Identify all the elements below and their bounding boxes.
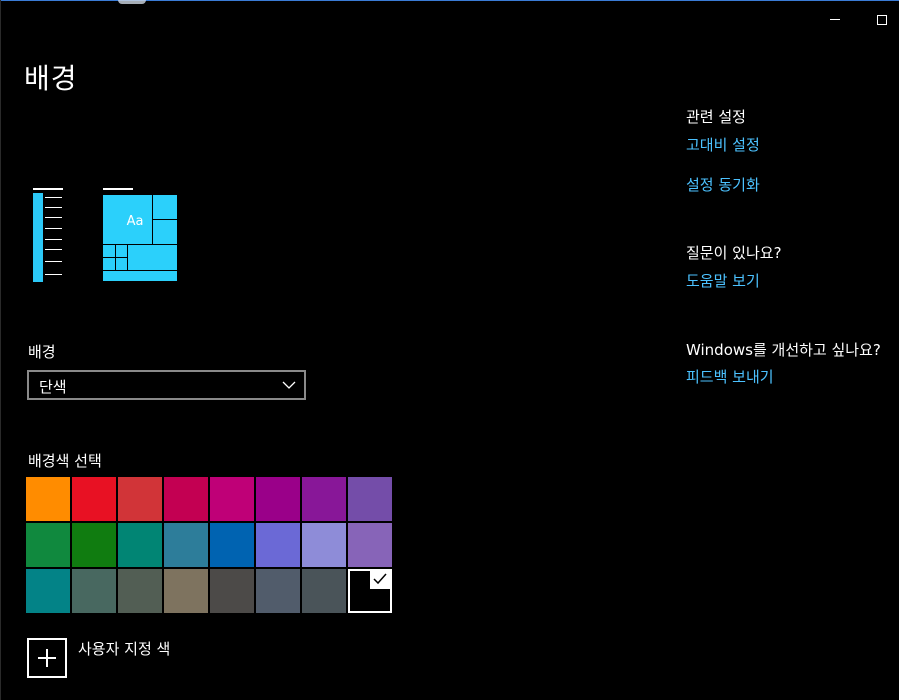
checkmark-icon <box>370 571 390 589</box>
color-swatch[interactable] <box>164 477 208 521</box>
background-preview: Aa <box>28 185 188 285</box>
add-custom-color-button[interactable] <box>27 638 67 678</box>
color-swatch[interactable] <box>72 477 116 521</box>
color-swatch[interactable] <box>256 569 300 613</box>
preview-tiles-line <box>103 188 133 190</box>
background-label: 배경 <box>28 343 56 361</box>
related-settings-heading: 관련 설정 <box>686 108 746 126</box>
color-swatch[interactable] <box>26 569 70 613</box>
color-swatch[interactable] <box>72 569 116 613</box>
color-swatch[interactable] <box>118 523 162 567</box>
titlebar-app-icon <box>118 0 146 4</box>
color-swatch[interactable] <box>302 569 346 613</box>
maximize-button[interactable] <box>871 10 893 30</box>
background-dropdown-value: 단색 <box>39 378 67 396</box>
preview-start-line <box>33 188 63 190</box>
custom-color-label[interactable]: 사용자 지정 색 <box>78 638 170 659</box>
get-help-link[interactable]: 도움말 보기 <box>686 270 760 291</box>
color-swatch[interactable] <box>348 477 392 521</box>
color-swatch[interactable] <box>256 477 300 521</box>
sync-settings-link[interactable]: 설정 동기화 <box>686 174 760 195</box>
color-swatch[interactable] <box>26 477 70 521</box>
color-swatch[interactable] <box>118 569 162 613</box>
color-swatch[interactable] <box>210 569 254 613</box>
high-contrast-link[interactable]: 고대비 설정 <box>686 134 760 155</box>
color-picker-label: 배경색 선택 <box>28 452 102 470</box>
color-swatch[interactable] <box>348 569 392 613</box>
color-swatch[interactable] <box>348 523 392 567</box>
feedback-heading: Windows를 개선하고 싶나요? <box>686 341 881 359</box>
background-dropdown[interactable]: 단색 <box>27 370 306 400</box>
chevron-down-icon <box>282 381 296 389</box>
preview-start-list <box>33 193 43 282</box>
color-swatch[interactable] <box>256 523 300 567</box>
color-swatch[interactable] <box>164 569 208 613</box>
color-swatch[interactable] <box>302 477 346 521</box>
window-border-left <box>0 0 1 700</box>
color-swatch[interactable] <box>302 523 346 567</box>
help-heading: 질문이 있나요? <box>686 244 782 262</box>
minimize-button[interactable] <box>825 10 847 30</box>
preview-sample-text: Aa <box>126 214 144 229</box>
give-feedback-link[interactable]: 피드백 보내기 <box>686 366 774 387</box>
color-swatch[interactable] <box>26 523 70 567</box>
color-swatch[interactable] <box>210 477 254 521</box>
page-title: 배경 <box>24 62 78 95</box>
color-swatch[interactable] <box>210 523 254 567</box>
color-swatch[interactable] <box>164 523 208 567</box>
color-swatch[interactable] <box>118 477 162 521</box>
color-swatch[interactable] <box>72 523 116 567</box>
